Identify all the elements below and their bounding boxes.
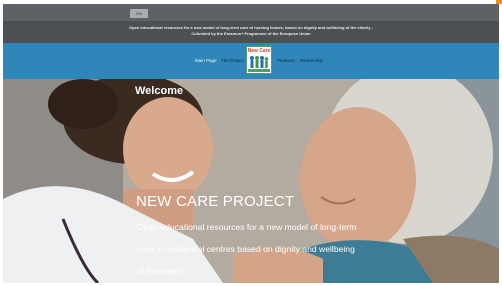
- browser-page: EN Open educational resources for a new …: [3, 4, 499, 283]
- hero-subtitle-line-2: care in residential centres based on dig…: [137, 244, 355, 254]
- top-bar: EN: [3, 4, 499, 21]
- nav-item-main-page[interactable]: Main Page: [195, 58, 217, 63]
- nav-item-products[interactable]: Products: [277, 58, 295, 63]
- nav-item-the-project[interactable]: The Project: [221, 58, 244, 63]
- tagline-bar: Open educational resources for a new mod…: [3, 21, 499, 43]
- hero-title: NEW CARE PROJECT: [136, 193, 295, 210]
- tagline-line-2: Cofunded by the Erasmus+ Programme of th…: [191, 31, 311, 36]
- nav-item-partnership[interactable]: Partnership: [300, 58, 323, 63]
- hero-subtitle-line-3: of the elderly: [137, 266, 187, 276]
- new-care-logo[interactable]: New Care: [246, 46, 272, 74]
- logo-text: New Care: [247, 48, 271, 54]
- hero-subtitle-line-1: Open educational resources for a new mod…: [137, 222, 357, 232]
- logo-band: [248, 69, 270, 72]
- language-switch-button[interactable]: EN: [130, 9, 148, 18]
- welcome-heading: Welcome: [135, 85, 184, 97]
